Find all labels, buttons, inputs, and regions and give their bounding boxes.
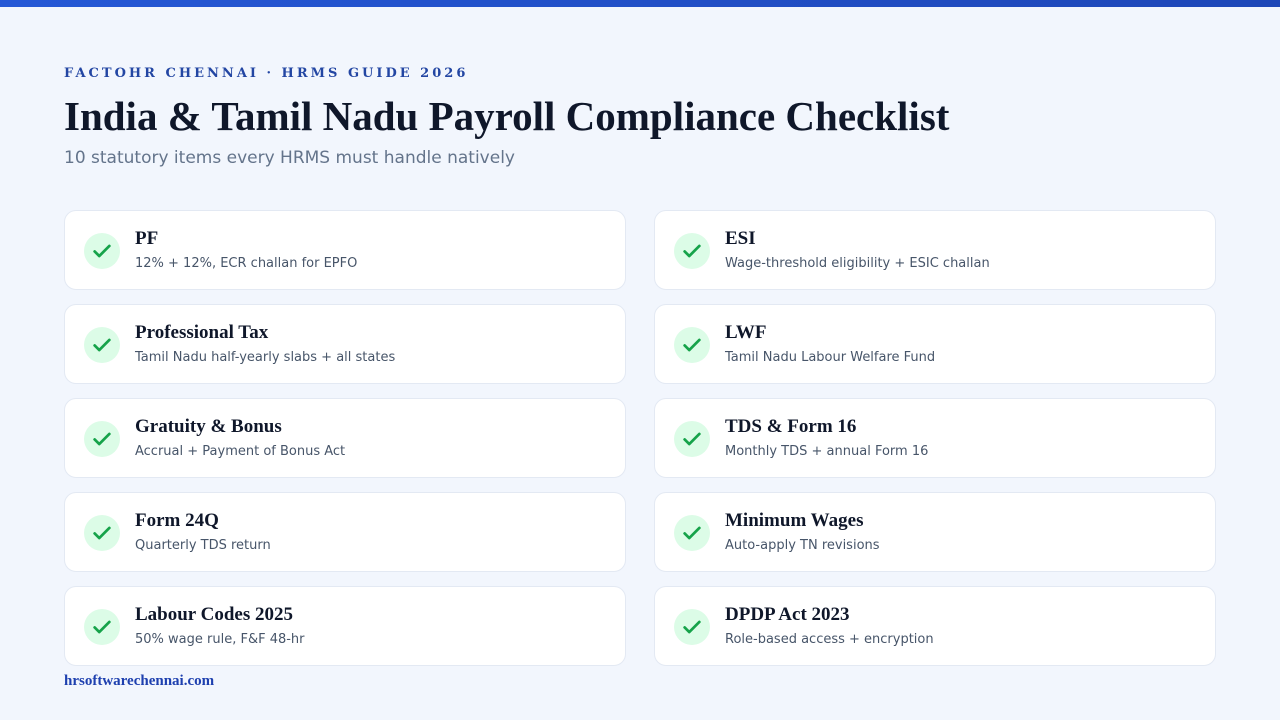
check-icon [84,515,120,551]
check-icon [84,609,120,645]
checklist-item-gratuity-bonus: Gratuity & Bonus Accrual + Payment of Bo… [64,398,626,478]
check-icon [674,233,710,269]
checklist-item-title: ESI [725,228,756,249]
checklist-item-desc: Accrual + Payment of Bonus Act [135,444,346,459]
check-icon [674,515,710,551]
checklist-item-pf: PF 12% + 12%, ECR challan for EPFO [64,210,626,290]
checklist-item-desc: Wage-threshold eligibility + ESIC challa… [725,256,990,271]
checklist-item-desc: Tamil Nadu half-yearly slabs + all state… [135,350,396,365]
checklist-item-title: PF [135,228,159,249]
checklist-item-desc: 12% + 12%, ECR challan for EPFO [135,256,358,271]
check-icon [674,609,710,645]
page-subtitle: 10 statutory items every HRMS must handl… [64,148,515,168]
check-icon [674,327,710,363]
checklist-item-title: Professional Tax [135,322,269,343]
checklist-item-form-24q: Form 24Q Quarterly TDS return [64,492,626,572]
checklist-item-title: Gratuity & Bonus [135,416,282,437]
checklist-item-title: DPDP Act 2023 [725,604,850,625]
checklist-item-esi: ESI Wage-threshold eligibility + ESIC ch… [654,210,1216,290]
checklist-item-desc: Role-based access + encryption [725,632,934,647]
checklist-item-tds-form16: TDS & Form 16 Monthly TDS + annual Form … [654,398,1216,478]
checklist-item-minimum-wages: Minimum Wages Auto-apply TN revisions [654,492,1216,572]
page-title: India & Tamil Nadu Payroll Compliance Ch… [64,93,950,139]
checklist-item-title: Minimum Wages [725,510,864,531]
checklist-item-labour-codes: Labour Codes 2025 50% wage rule, F&F 48-… [64,586,626,666]
checklist-item-desc: Monthly TDS + annual Form 16 [725,444,929,459]
checklist-grid: PF 12% + 12%, ECR challan for EPFO ESI W… [64,210,1216,666]
checklist-item-desc: Quarterly TDS return [135,538,271,553]
check-icon [84,421,120,457]
checklist-item-lwf: LWF Tamil Nadu Labour Welfare Fund [654,304,1216,384]
check-icon [84,233,120,269]
check-icon [84,327,120,363]
checklist-item-dpdp-act: DPDP Act 2023 Role-based access + encryp… [654,586,1216,666]
checklist-item-professional-tax: Professional Tax Tamil Nadu half-yearly … [64,304,626,384]
checklist-item-title: Labour Codes 2025 [135,604,294,625]
checklist-item-desc: Tamil Nadu Labour Welfare Fund [725,350,936,365]
checklist-item-title: TDS & Form 16 [725,416,857,437]
footer-url: hrsoftwarechennai.com [64,673,215,689]
checklist-item-desc: 50% wage rule, F&F 48-hr [135,632,305,647]
check-icon [674,421,710,457]
top-accent-bar [0,0,1280,7]
checklist-item-desc: Auto-apply TN revisions [725,538,880,553]
checklist-item-title: LWF [725,322,767,343]
checklist-item-title: Form 24Q [135,510,219,531]
eyebrow-label: FACTOHR CHENNAI · HRMS GUIDE 2026 [64,66,469,81]
